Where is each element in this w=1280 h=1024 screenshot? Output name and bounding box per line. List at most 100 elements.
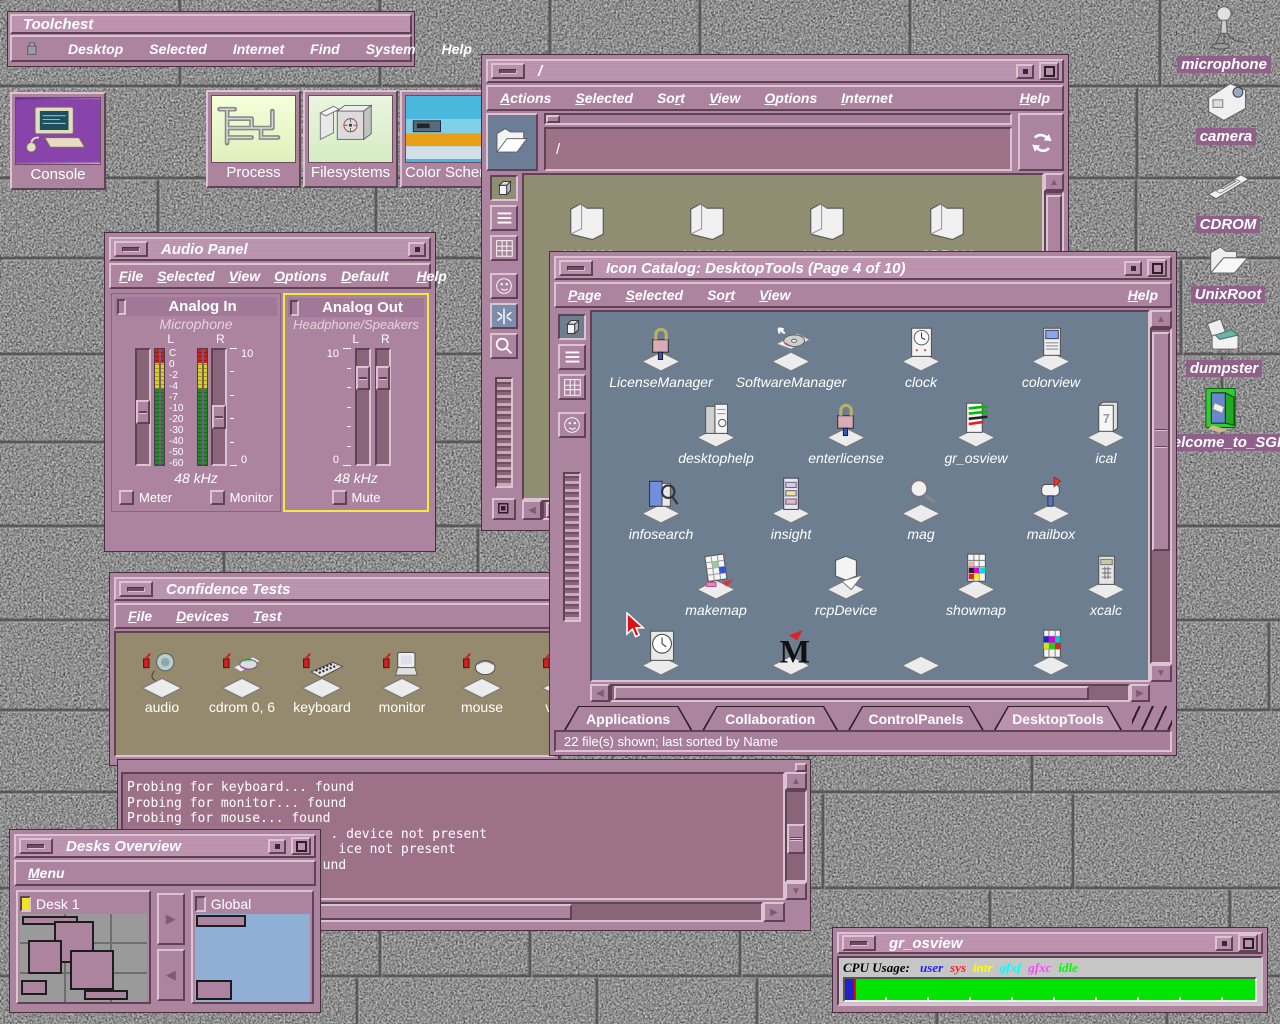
checkbox-monitor[interactable]: Monitor [210,490,273,505]
input-left-slider[interactable] [135,348,151,466]
tab-applications[interactable]: Applications [564,706,692,730]
scroll-right-arrow[interactable]: ▶ [1130,684,1150,702]
tab-overflow-slivers[interactable] [1132,706,1172,730]
catalog-icon-clock[interactable]: clock [856,322,986,390]
minimize-button[interactable] [119,581,153,597]
panel-indicator[interactable] [117,299,126,315]
launcher-filesystems[interactable]: Filesystems [303,90,398,188]
scroll-right-arrow[interactable]: ▶ [763,902,785,922]
recycle-button[interactable] [1018,113,1064,171]
checkbox-box[interactable] [210,490,225,505]
desk1-panel[interactable]: Desk 1 [16,890,151,1004]
toolchest-titlebar[interactable]: Toolchest [10,14,412,34]
catalog-icon-mailbox[interactable]: mailbox [986,474,1116,542]
checkbox-box[interactable] [332,490,347,505]
minimize-button[interactable] [491,63,525,79]
menu-selected[interactable]: Selected [149,41,207,57]
menu-menu[interactable]: Menu [28,865,65,881]
menu-internet[interactable]: Internet [841,90,892,106]
catalog-vertical-scrollbar[interactable]: ▲ ▼ [1150,310,1172,682]
thumbnail-view-button[interactable] [558,412,586,438]
icon-view-button[interactable] [490,175,518,201]
resize-widget[interactable] [795,763,807,772]
desk1-miniature[interactable] [20,914,147,1002]
desk-active-indicator[interactable] [20,896,31,912]
menu-system[interactable]: System [366,41,416,57]
thumbnail-view-button[interactable] [490,273,518,299]
global-miniature[interactable] [195,914,310,1002]
catalog-icon-rcpDevice[interactable]: rcpDevice [781,550,911,618]
output-right-slider[interactable] [375,348,391,466]
launcher-color-schemes[interactable]: Color Schemes [400,90,492,188]
catalog-icon-desktophelp[interactable]: desktophelp [651,398,781,466]
menu-sort[interactable]: Sort [657,90,685,106]
desks-titlebar[interactable]: Desks Overview [14,834,316,858]
menu-default[interactable]: Default [341,268,388,284]
catalog-icon-showmap[interactable]: showmap [911,550,1041,618]
grosview-titlebar[interactable]: gr_osview [837,932,1263,954]
launcher-process[interactable]: Process [206,90,301,188]
path-pane-divider[interactable] [544,113,1012,125]
output-left-slider[interactable] [355,348,371,466]
minimize-button[interactable] [559,260,593,276]
scroll-down-arrow[interactable]: ▼ [1150,664,1172,682]
catalog-icon-LicenseManager[interactable]: LicenseManager [596,322,726,390]
checkbox-box[interactable] [119,490,134,505]
desk-indicator[interactable] [195,896,206,912]
restore-button[interactable] [1124,261,1142,276]
launcher-console[interactable]: Console [10,92,106,190]
checkbox-meter[interactable]: Meter [119,490,172,505]
menu-view[interactable]: View [229,268,260,284]
tab-controlpanels[interactable]: ControlPanels [848,706,984,730]
catalog-icon-sheet[interactable] [856,626,986,676]
maximize-button[interactable] [1238,934,1258,952]
fm-titlebar[interactable]: / [486,59,1064,83]
minimize-button[interactable] [19,838,53,854]
find-button[interactable] [490,333,518,359]
catalog-titlebar[interactable]: Icon Catalog: DesktopTools (Page 4 of 10… [554,256,1172,280]
console-vertical-scrollbar[interactable]: ▲ ▼ [785,772,807,900]
menu-file[interactable]: File [128,608,152,624]
menu-help[interactable]: Help [417,268,447,284]
scroll-left-arrow[interactable]: ◀ [522,500,542,520]
restore-button[interactable] [1215,936,1233,951]
desk-next-button[interactable]: ▶ [157,893,185,945]
catalog-icon-xcalc[interactable]: xcalc [1041,550,1150,618]
catalog-icon-colorgrid[interactable] [986,626,1116,676]
catalog-icon-enterlicense[interactable]: enterlicense [781,398,911,466]
scroll-down-arrow[interactable]: ▼ [785,882,807,900]
checkbox-mute[interactable]: Mute [332,490,381,505]
jar-icon[interactable] [24,39,42,59]
input-right-slider[interactable] [211,348,227,466]
catalog-icon-colorview[interactable]: colorview [986,322,1116,390]
catalog-icon-SoftwareManager[interactable]: SoftwareManager [726,322,856,390]
catalog-icon-mag[interactable]: mag [856,474,986,542]
catalog-icon-infosearch[interactable]: infosearch [596,474,726,542]
detail-view-button[interactable] [490,235,518,261]
menu-actions[interactable]: Actions [500,90,551,106]
rays-view-button[interactable] [490,303,518,329]
scroll-up-arrow[interactable]: ▲ [1044,173,1064,191]
menu-devices[interactable]: Devices [176,608,229,624]
menu-find[interactable]: Find [310,41,340,57]
device-keyboard[interactable]: keyboard [282,647,362,715]
menu-test[interactable]: Test [253,608,281,624]
menu-help[interactable]: Help [1020,90,1050,106]
device-monitor[interactable]: monitor [362,647,442,715]
global-panel[interactable]: Global [191,890,314,1004]
maximize-button[interactable] [1147,259,1167,277]
catalog-icon-insight[interactable]: insight [726,474,856,542]
menu-options[interactable]: Options [764,90,817,106]
menu-desktop[interactable]: Desktop [68,41,123,57]
menu-selected[interactable]: Selected [625,287,683,303]
restore-button[interactable] [1016,64,1034,79]
catalog-icon-makemap[interactable]: makemap [651,550,781,618]
list-view-button[interactable] [490,205,518,231]
scroll-left-arrow[interactable]: ◀ [590,684,610,702]
scroll-thumbwheel[interactable] [495,377,513,488]
catalog-icon-clock2[interactable] [596,626,726,676]
menu-options[interactable]: Options [274,268,327,284]
current-folder-button[interactable] [486,113,538,171]
icon-view-button[interactable] [558,314,586,340]
menu-internet[interactable]: Internet [233,41,284,57]
